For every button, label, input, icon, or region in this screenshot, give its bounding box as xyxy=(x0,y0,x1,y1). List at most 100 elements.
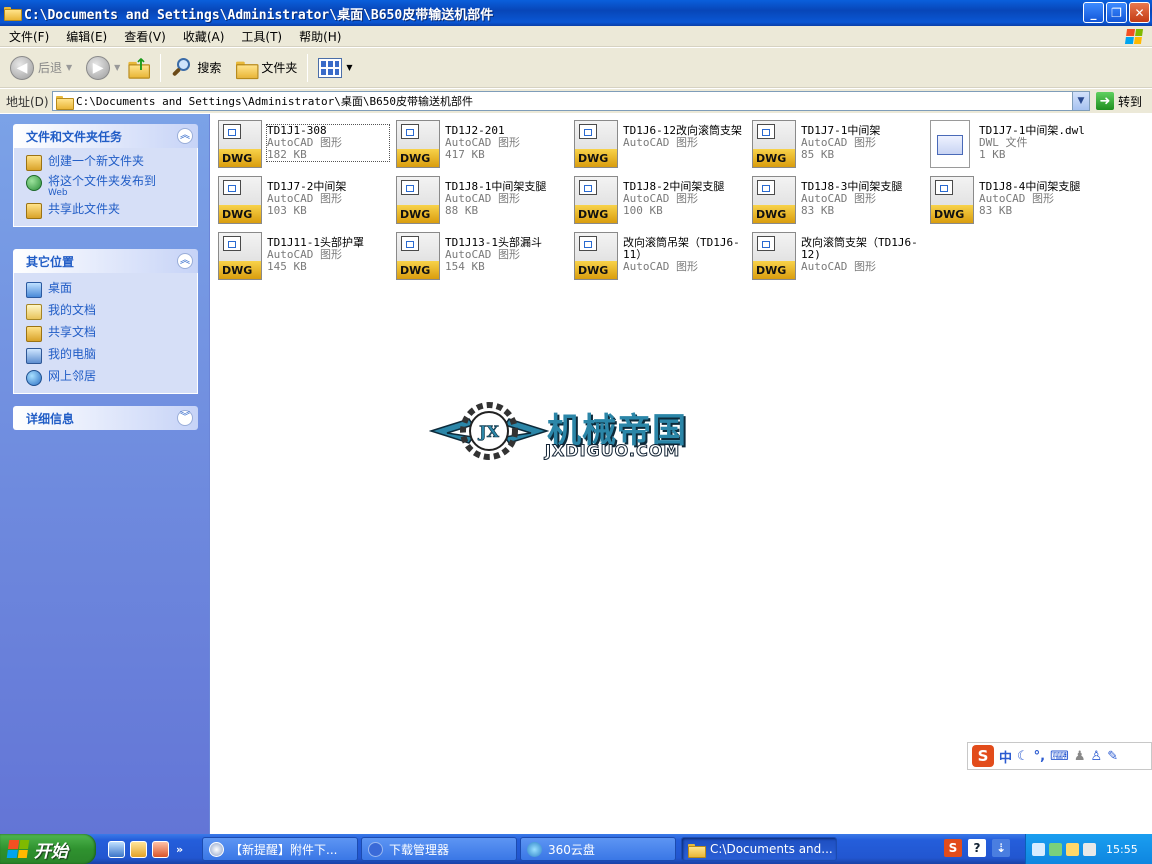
dwg-file-icon: DWG xyxy=(752,176,796,224)
other-places-header[interactable]: 其它位置 ︽ xyxy=(13,249,198,273)
security-tray-icon[interactable] xyxy=(1066,842,1079,856)
clock[interactable]: 15:55 xyxy=(1106,843,1138,856)
watermark-logo: JX 机械帝国 JXDIGUO.COM xyxy=(428,399,729,463)
back-button[interactable]: ◀ 后退 ▼ xyxy=(6,51,76,85)
app-icon[interactable] xyxy=(152,840,169,858)
file-item[interactable]: DWG TD1J8-4中间架支腿 AutoCAD 图形 83 KB xyxy=(923,173,1101,225)
sogou-logo-icon[interactable]: S xyxy=(972,745,994,767)
file-item[interactable]: DWG TD1J2-201 AutoCAD 图形 417 KB xyxy=(389,117,567,169)
dwg-tag: DWG xyxy=(397,261,439,279)
ime-mode[interactable]: 中 xyxy=(999,747,1012,766)
expand-icon[interactable]: ︾ xyxy=(177,410,193,426)
address-value[interactable]: C:\Documents and Settings\Administrator\… xyxy=(76,93,473,109)
volume-icon[interactable] xyxy=(1083,842,1096,856)
skin-icon[interactable]: ♙ xyxy=(1091,749,1103,764)
taskbar-button-reminder[interactable]: 【新提醒】附件下... xyxy=(202,837,358,861)
dwg-file-icon: DWG xyxy=(752,120,796,168)
menu-edit[interactable]: 编辑(E) xyxy=(57,28,115,45)
chevron-down-icon[interactable]: ▼ xyxy=(66,63,72,72)
menu-favorites[interactable]: 收藏(A) xyxy=(174,28,233,45)
file-tasks-panel: 文件和文件夹任务 ︽ 创建一个新文件夹 将这个文件夹发布到 Web 共享此文件夹 xyxy=(13,124,198,227)
file-item[interactable]: DWG 改向滚筒支架（TD1J6-12) AutoCAD 图形 xyxy=(745,229,923,281)
forward-button[interactable]: ▶ ▼ xyxy=(82,51,124,85)
windows-logo-icon xyxy=(1121,27,1148,46)
file-item[interactable]: DWG TD1J8-3中间架支腿 AutoCAD 图形 83 KB xyxy=(745,173,923,225)
file-item[interactable]: DWG TD1J13-1头部漏斗 AutoCAD 图形 154 KB xyxy=(389,229,567,281)
collapse-icon[interactable]: ︽ xyxy=(177,253,193,269)
menu-help[interactable]: 帮助(H) xyxy=(290,28,349,45)
file-item[interactable]: DWG 改向滚筒吊架（TD1J6-11） AutoCAD 图形 xyxy=(567,229,745,281)
minimize-button[interactable]: _ xyxy=(1083,2,1104,23)
file-tasks-title: 文件和文件夹任务 xyxy=(26,129,123,144)
chevron-right-icon[interactable]: » xyxy=(176,843,183,856)
details-header[interactable]: 详细信息 ︾ xyxy=(13,406,198,430)
address-input[interactable]: C:\Documents and Settings\Administrator\… xyxy=(52,91,1090,111)
file-item[interactable]: DWG TD1J8-2中间架支腿 AutoCAD 图形 100 KB xyxy=(567,173,745,225)
menu-file[interactable]: 文件(F) xyxy=(0,28,57,45)
task-new-folder[interactable]: 创建一个新文件夹 xyxy=(26,154,189,171)
file-item[interactable]: DWG TD1J7-1中间架 AutoCAD 图形 85 KB xyxy=(745,117,923,169)
file-text: TD1J7-1中间架.dwl DWL 文件 1 KB xyxy=(979,125,1101,161)
keyboard-icon[interactable]: ⌨ xyxy=(1050,749,1069,764)
place-shared-documents[interactable]: 共享文档 xyxy=(26,325,189,342)
collapse-icon[interactable]: ︽ xyxy=(177,128,193,144)
dwg-tag: DWG xyxy=(753,205,795,223)
network-tray-icon[interactable] xyxy=(1032,842,1045,856)
moon-icon[interactable]: ☾ xyxy=(1017,749,1029,764)
file-tasks-header[interactable]: 文件和文件夹任务 ︽ xyxy=(13,124,198,148)
up-folder-button[interactable]: ↑ xyxy=(124,51,154,85)
menu-tools[interactable]: 工具(T) xyxy=(232,28,290,45)
views-icon xyxy=(318,57,343,78)
notepad-icon[interactable] xyxy=(130,840,147,858)
ime-toolbar[interactable]: S 中 ☾ °, ⌨ ♟ ♙ ✎ xyxy=(967,742,1152,770)
file-item[interactable]: TD1J7-1中间架.dwl DWL 文件 1 KB xyxy=(923,117,1101,169)
dwg-file-icon: DWG xyxy=(218,176,262,224)
task-share-folder[interactable]: 共享此文件夹 xyxy=(26,202,189,219)
go-button[interactable]: ➜ 转到 xyxy=(1096,92,1142,110)
views-button[interactable]: ▼ xyxy=(314,51,356,85)
watermark-url: JXDIGUO.COM xyxy=(544,441,681,461)
place-desktop[interactable]: 桌面 xyxy=(26,281,189,298)
system-tray: 15:55 xyxy=(1025,834,1152,864)
close-button[interactable]: ✕ xyxy=(1129,2,1150,23)
user-icon[interactable]: ♟ xyxy=(1074,749,1086,764)
chevron-down-icon[interactable]: ▼ xyxy=(346,63,352,72)
place-my-documents[interactable]: 我的文档 xyxy=(26,303,189,320)
folders-button[interactable]: 文件夹 xyxy=(231,51,301,85)
place-label: 网上邻居 xyxy=(48,369,97,383)
file-text: TD1J7-2中间架 AutoCAD 图形 103 KB xyxy=(267,181,389,217)
chevron-down-icon[interactable]: ▼ xyxy=(114,63,120,72)
address-dropdown-icon[interactable]: ▼ xyxy=(1072,92,1089,110)
punctuation-icon[interactable]: °, xyxy=(1034,749,1045,764)
file-item[interactable]: DWG TD1J7-2中间架 AutoCAD 图形 103 KB xyxy=(211,173,389,225)
details-panel: 详细信息 ︾ xyxy=(13,406,198,430)
maximize-button[interactable]: ❐ xyxy=(1106,2,1127,23)
help-icon[interactable]: ? xyxy=(968,839,986,857)
dwg-file-icon: DWG xyxy=(574,176,618,224)
file-item[interactable]: DWG TD1J6-12改向滚筒支架 AutoCAD 图形 xyxy=(567,117,745,169)
file-item[interactable]: DWG TD1J8-1中间架支腿 AutoCAD 图形 88 KB xyxy=(389,173,567,225)
wrench-icon[interactable]: ✎ xyxy=(1107,749,1118,764)
menu-view[interactable]: 查看(V) xyxy=(115,28,174,45)
task-publish-web[interactable]: 将这个文件夹发布到 Web xyxy=(26,174,189,198)
wireless-tray-icon[interactable] xyxy=(1049,842,1062,856)
search-button[interactable]: 搜索 xyxy=(167,51,225,85)
file-item[interactable]: DWG TD1J1-308 AutoCAD 图形 182 KB xyxy=(211,117,390,169)
place-my-computer[interactable]: 我的电脑 xyxy=(26,347,189,364)
taskbar-button-360[interactable]: 360云盘 xyxy=(520,837,676,861)
file-text: TD1J8-3中间架支腿 AutoCAD 图形 83 KB xyxy=(801,181,923,217)
taskbar-button-label: 【新提醒】附件下... xyxy=(230,842,338,857)
file-item[interactable]: DWG TD1J11-1头部护罩 AutoCAD 图形 145 KB xyxy=(211,229,389,281)
start-button[interactable]: 开始 xyxy=(0,834,96,864)
taskbar-button-download[interactable]: 下载管理器 xyxy=(361,837,517,861)
place-network[interactable]: 网上邻居 xyxy=(26,369,189,386)
cloud-icon xyxy=(527,841,542,857)
sogou-tray-icon[interactable]: S xyxy=(944,839,962,857)
folder-icon xyxy=(688,843,706,858)
show-desktop-icon[interactable] xyxy=(108,840,125,858)
taskbar-button-explorer[interactable]: C:\Documents and... xyxy=(681,837,837,861)
language-icon[interactable]: ⇣ xyxy=(992,839,1010,857)
file-text: 改向滚筒吊架（TD1J6-11） AutoCAD 图形 xyxy=(623,237,745,273)
shared-documents-icon xyxy=(26,326,42,342)
file-size: 85 KB xyxy=(801,148,835,161)
